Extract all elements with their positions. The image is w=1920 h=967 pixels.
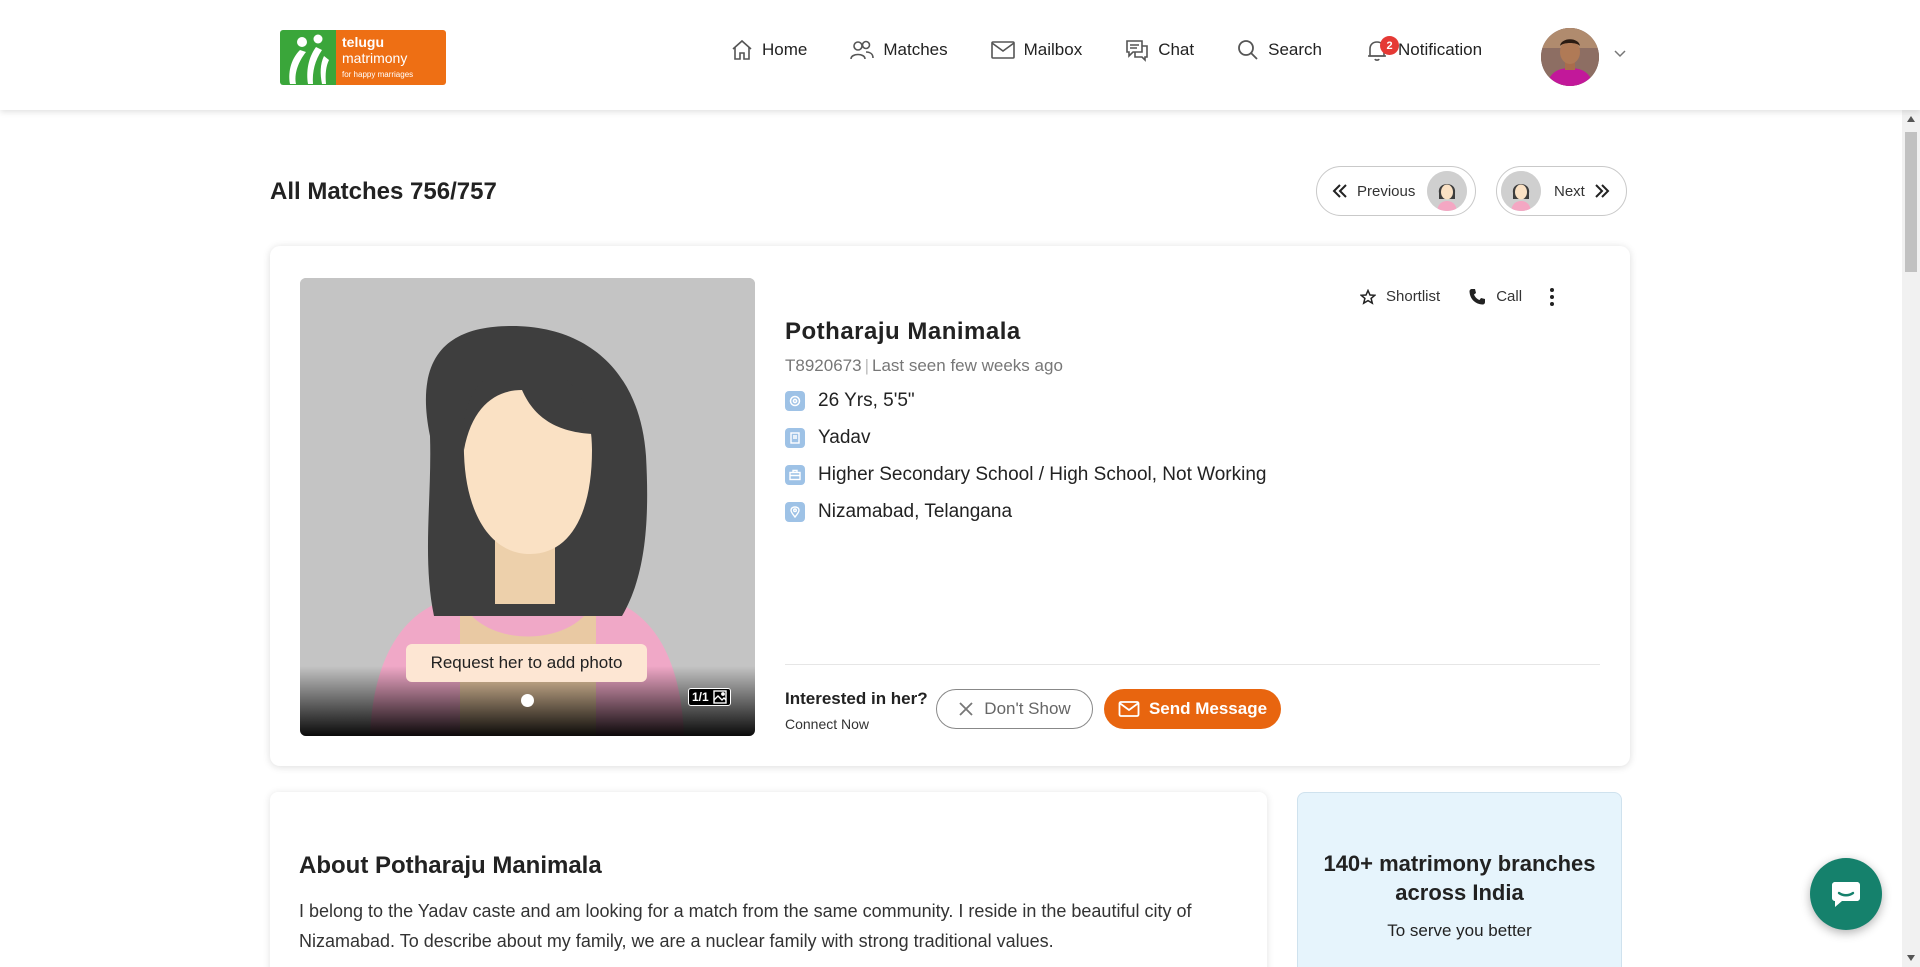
card-divider	[785, 664, 1600, 665]
nav-matches[interactable]: Matches	[849, 38, 948, 62]
double-chevron-left-icon	[1332, 184, 1347, 198]
last-seen: Last seen few weeks ago	[872, 356, 1063, 375]
gallery-icon	[712, 690, 727, 704]
nav-mailbox-label: Mailbox	[1023, 40, 1083, 59]
nav-home-label: Home	[762, 40, 808, 59]
nav-home[interactable]: Home	[730, 38, 807, 62]
age-height-value: 26 Yrs, 5'5"	[818, 390, 915, 411]
profile-meta: T8920673 | Last seen few weeks ago	[785, 356, 1063, 375]
photo-count-badge[interactable]: 1/1	[688, 688, 731, 706]
education-value: Higher Secondary School / High School, N…	[818, 464, 1267, 485]
detail-education: Higher Secondary School / High School, N…	[785, 464, 1267, 486]
branches-title: 140+ matrimony branches across India	[1323, 851, 1596, 905]
nav-chat[interactable]: Chat	[1124, 38, 1194, 62]
chat-support-button[interactable]	[1810, 858, 1882, 930]
nav-mailbox[interactable]: Mailbox	[990, 39, 1083, 61]
profile-actions: Shortlist Call	[1360, 286, 1555, 307]
dont-show-button[interactable]: Don't Show	[936, 689, 1093, 729]
close-icon	[959, 702, 973, 716]
detail-location: Nizamabad, Telangana	[785, 501, 1012, 523]
scroll-up-arrow[interactable]	[1907, 116, 1915, 122]
logo-line1: telugu	[342, 34, 384, 50]
previous-profile-avatar	[1427, 171, 1468, 211]
logo-mark	[280, 30, 336, 85]
dont-show-label: Don't Show	[984, 699, 1071, 718]
page-title: All Matches 756/757	[270, 178, 497, 205]
about-title: About Potharaju Manimala	[299, 852, 602, 879]
caste-icon	[785, 428, 805, 448]
page-scrollbar[interactable]	[1902, 110, 1920, 967]
more-options-icon[interactable]	[1550, 286, 1555, 307]
previous-label: Previous	[1357, 182, 1416, 200]
next-profile-button[interactable]: Next	[1496, 166, 1627, 216]
about-text: I belong to the Yadav caste and am looki…	[299, 901, 1192, 951]
photo-carousel-dot[interactable]	[521, 694, 534, 707]
notification-count-badge: 2	[1380, 36, 1399, 55]
top-header: telugu matrimony for happy marriages Hom…	[0, 0, 1920, 110]
send-message-label: Send Message	[1148, 699, 1268, 718]
send-message-button[interactable]: Send Message	[1104, 689, 1281, 729]
chevron-down-icon[interactable]	[1614, 50, 1626, 58]
previous-profile-button[interactable]: Previous	[1316, 166, 1476, 216]
nav-search-label: Search	[1268, 40, 1322, 59]
profile-page: telugu matrimony for happy marriages Hom…	[0, 0, 1920, 967]
logo-line2: matrimony	[342, 50, 408, 66]
caste-value: Yadav	[818, 427, 871, 448]
profile-photo-placeholder[interactable]: Request her to add photo 1/1	[300, 278, 755, 736]
about-section: About Potharaju Manimala I belong to the…	[270, 792, 1267, 967]
age-icon	[785, 391, 805, 411]
nav-matches-label: Matches	[883, 40, 948, 59]
double-chevron-right-icon	[1595, 184, 1610, 198]
scroll-thumb[interactable]	[1905, 132, 1917, 272]
scroll-down-arrow[interactable]	[1907, 955, 1915, 961]
call-button[interactable]: Call	[1468, 288, 1522, 306]
shortlist-label: Shortlist	[1386, 288, 1441, 305]
search-icon	[1238, 40, 1258, 60]
shortlist-button[interactable]: Shortlist	[1360, 288, 1440, 305]
chat-icon	[1126, 40, 1149, 62]
interest-question: Interested in her?	[785, 689, 928, 708]
request-photo-button[interactable]: Request her to add photo	[406, 644, 647, 682]
detail-age-height: 26 Yrs, 5'5"	[785, 390, 915, 412]
call-label: Call	[1496, 288, 1523, 305]
next-label: Next	[1554, 182, 1585, 200]
logo-wordmark: telugu matrimony for happy marriages	[336, 30, 446, 85]
matches-icon	[850, 40, 875, 60]
mail-icon	[1118, 701, 1140, 717]
nav-chat-label: Chat	[1158, 40, 1195, 59]
chat-bubble-icon	[1832, 882, 1860, 907]
photo-count-label: 1/1	[692, 690, 709, 704]
connect-now-text: Connect Now	[785, 716, 870, 732]
phone-icon	[1469, 288, 1486, 304]
location-value: Nizamabad, Telangana	[818, 501, 1013, 522]
location-pin-icon	[785, 502, 805, 522]
telugu-matrimony-logo[interactable]: telugu matrimony for happy marriages	[280, 30, 446, 85]
profile-name: Potharaju Manimala	[785, 318, 1021, 345]
logo-tagline: for happy marriages	[342, 70, 414, 79]
mail-icon	[990, 41, 1015, 59]
main-nav: Home Matches Mailbox Chat Search 2 Notif…	[730, 36, 1524, 63]
branches-subtitle: To serve you better	[1387, 921, 1532, 940]
profile-card: Request her to add photo 1/1 Shortlist C…	[270, 246, 1630, 766]
home-icon	[732, 39, 752, 60]
nav-notification-label: Notification	[1398, 40, 1483, 59]
briefcase-icon	[785, 465, 805, 485]
user-avatar[interactable]	[1541, 28, 1599, 86]
star-icon	[1360, 288, 1376, 305]
next-profile-avatar	[1501, 171, 1541, 211]
branches-promo: 140+ matrimony branches across India To …	[1297, 792, 1622, 967]
nav-notification[interactable]: 2 Notification	[1364, 36, 1483, 63]
profile-id: T8920673	[785, 356, 862, 375]
nav-search[interactable]: Search	[1236, 38, 1322, 62]
detail-caste: Yadav	[785, 427, 870, 449]
